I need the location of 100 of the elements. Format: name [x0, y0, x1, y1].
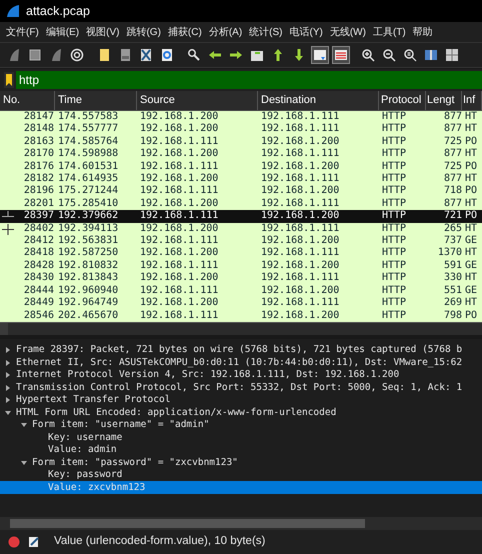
column-header[interactable]: Lengt	[426, 91, 462, 110]
packet-row[interactable]: 28148 174.557777 192.168.1.200 192.168.1.111 HTTP 877 HT	[0, 123, 482, 136]
edit-comment-icon[interactable]	[28, 536, 40, 548]
collapsed-caret-icon[interactable]	[5, 397, 11, 404]
packet-row[interactable]: 28449 192.964749 192.168.1.200 192.168.1.111 HTTP 269 HT	[0, 297, 482, 310]
table-cell-text: GE	[464, 284, 478, 298]
bookmark-icon[interactable]	[4, 72, 14, 88]
expanded-caret-icon[interactable]	[21, 422, 27, 428]
autoscroll-icon	[313, 48, 327, 62]
toolbar-button[interactable]	[443, 46, 461, 64]
menu-item[interactable]: 无线(W)	[330, 24, 366, 40]
tree-row[interactable]: Value: admin	[0, 444, 482, 456]
menu-item[interactable]: 工具(T)	[372, 24, 406, 40]
toolbar-button[interactable]	[332, 46, 350, 64]
tree-row[interactable]: Form item: "username" = "admin"	[0, 418, 482, 432]
collapsed-caret-icon[interactable]	[5, 384, 11, 391]
expanded-caret-icon[interactable]	[5, 410, 11, 416]
packet-row[interactable]: 28201 175.285410 192.168.1.200 192.168.1.111 HTTP 877 HT	[0, 198, 482, 210]
tree-row[interactable]: HTML Form URL Encoded: application/x-www-form-urlencoded	[0, 406, 482, 419]
column-header[interactable]: No.	[0, 91, 55, 110]
packet-row[interactable]: 28196 175.271244 192.168.1.111 192.168.1.200 HTTP 718 PO	[0, 185, 482, 198]
collapsed-caret-icon[interactable]	[5, 347, 11, 354]
table-cell-text: 1370	[436, 247, 462, 260]
gear-icon	[70, 48, 84, 62]
resize-columns-icon	[424, 48, 438, 62]
table-cell-text: 192.168.1.111	[260, 222, 340, 236]
fin-icon	[49, 48, 63, 62]
packet-row[interactable]: 28546 202.465670 192.168.1.111 192.168.1.200 HTTP 798 PO	[0, 310, 482, 322]
column-header[interactable]: Inf	[462, 91, 482, 110]
layout-grid-icon	[445, 48, 459, 62]
table-cell-text: HT	[464, 198, 478, 210]
menu-item[interactable]: 文件(F)	[6, 24, 39, 40]
table-cell-text: 877	[442, 148, 462, 161]
colorize-icon	[334, 48, 348, 62]
packet-row[interactable]: 28176 174.601531 192.168.1.111 192.168.1.200 HTTP 725 PO	[0, 160, 482, 174]
tree-label: Hypertext Transfer Protocol	[16, 393, 170, 408]
column-header[interactable]: Time	[55, 91, 137, 110]
table-cell-text: 192.168.1.111	[260, 173, 340, 186]
packet-row[interactable]: 28402 192.394113 192.168.1.200 192.168.1.111 HTTP 265 HT	[0, 222, 482, 236]
table-cell-text: 28201	[22, 198, 55, 210]
detail-scrollbar[interactable]	[0, 517, 482, 530]
collapsed-caret-icon[interactable]	[5, 372, 11, 378]
packet-row[interactable]: 28444 192.960940 192.168.1.111 192.168.1.200 HTTP 551 GE	[0, 284, 482, 298]
packet-row[interactable]: 28418 192.587250 192.168.1.200 192.168.1.111 HTTP 1370 HT	[0, 247, 482, 260]
column-header[interactable]: Source	[137, 91, 258, 110]
packet-row[interactable]: 28430 192.813843 192.168.1.200 192.168.1.111 HTTP 330 HT	[0, 272, 482, 285]
table-cell-text: HTTP	[381, 260, 408, 272]
table-cell-text: HTTP	[381, 185, 408, 198]
window-title: attack.pcap	[26, 2, 90, 20]
tree-label: HTML Form URL Encoded: application/x-www-form-urlencoded	[16, 406, 336, 420]
table-cell-text: 192.168.1.111	[260, 148, 340, 161]
packet-row[interactable]: 28163 174.585764 192.168.1.111 192.168.1.200 HTTP 725 PO	[0, 136, 482, 148]
packet-row[interactable]: 28428 192.810832 192.168.1.111 192.168.1.200 HTTP 591 GE	[0, 260, 482, 272]
column-header[interactable]: Protocol	[379, 91, 426, 110]
table-cell-text: HTTP	[381, 310, 408, 322]
packet-row[interactable]: 28182 174.614935 192.168.1.200 192.168.1.111 HTTP 877 HT	[0, 173, 482, 186]
toolbar-button[interactable]	[311, 46, 329, 64]
tree-row[interactable]: Value: zxcvbnm123	[0, 481, 482, 494]
table-cell-text: HT	[464, 272, 478, 285]
tree-row[interactable]: Key: password	[0, 468, 482, 482]
menu-item[interactable]: 电话(Y)	[290, 24, 323, 40]
menu-item[interactable]: 统计(S)	[249, 24, 282, 40]
menu-item[interactable]: 跳转(G)	[126, 24, 161, 40]
tree-row[interactable]: Frame 28397: Packet, 721 bytes on wire (5768 bits), 721 bytes captured (5768 b	[0, 344, 482, 356]
table-cell-text: 28449	[22, 297, 55, 310]
table-cell-text: 192.587250	[57, 247, 120, 260]
horizontal-scrollbar[interactable]	[0, 322, 482, 335]
packet-row[interactable]: 28412 192.563831 192.168.1.111 192.168.1.200 HTTP 737 GE	[0, 235, 482, 248]
tree-label: Frame 28397: Packet, 721 bytes on wire (5768 bits), 721 bytes captured (5768 b	[16, 343, 462, 358]
table-cell-text: 28176	[22, 160, 55, 174]
table-cell-text: 192.168.1.111	[260, 272, 340, 285]
tree-row[interactable]: Internet Protocol Version 4, Src: 192.168.1.111, Dst: 192.168.1.200	[0, 368, 482, 382]
packet-row[interactable]: 28397 192.379662 192.168.1.111 192.168.1.200 HTTP 721 PO	[0, 210, 482, 223]
tree-row[interactable]: Hypertext Transfer Protocol	[0, 394, 482, 406]
table-cell-text: 192.168.1.111	[260, 123, 340, 136]
tree-row[interactable]: Key: username	[0, 431, 482, 444]
tree-row[interactable]: Form item: "password" = "zxcvbnm123"	[0, 456, 482, 469]
display-filter-field[interactable]: http	[16, 71, 482, 89]
table-cell-text: 737	[442, 235, 462, 248]
menu-item[interactable]: 帮助	[412, 24, 433, 40]
collapsed-caret-icon[interactable]	[5, 360, 11, 366]
menu-item[interactable]: 分析(A)	[208, 24, 242, 40]
menu-item[interactable]: 编辑(E)	[46, 24, 80, 40]
file-icon	[118, 48, 132, 62]
status-dot-icon[interactable]	[8, 536, 20, 548]
tree-label: Form item: "username" = "admin"	[32, 418, 210, 432]
menu-item[interactable]: 视图(V)	[86, 24, 120, 40]
expanded-caret-icon[interactable]	[21, 460, 27, 466]
table-cell-text: 192.168.1.200	[260, 185, 340, 198]
packet-row[interactable]: 28170 174.598988 192.168.1.200 192.168.1.111 HTTP 877 HT	[0, 148, 482, 161]
table-cell-text: 192.168.1.111	[139, 185, 220, 198]
table-cell-text: 192.168.1.200	[139, 198, 220, 210]
table-cell-text: 591	[442, 260, 462, 272]
menu-item[interactable]: 捕获(C)	[168, 24, 202, 40]
table-cell-text: HT	[464, 111, 478, 124]
packet-row[interactable]: 28147 174.557583 192.168.1.200 192.168.1.111 HTTP 877 HT	[0, 111, 482, 124]
table-cell-text: HTTP	[381, 123, 408, 136]
table-cell-text: HTTP	[381, 297, 408, 310]
table-cell-text: 192.813843	[57, 272, 120, 285]
column-header[interactable]: Destination	[258, 91, 379, 110]
